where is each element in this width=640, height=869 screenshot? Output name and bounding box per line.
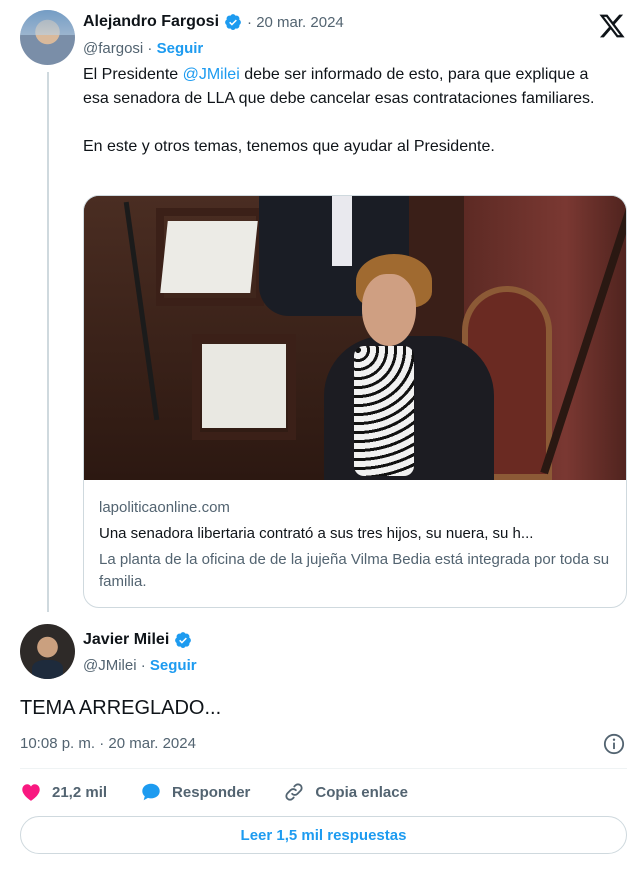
actions-divider [20, 768, 627, 769]
thread-connector-line [47, 72, 49, 612]
link-preview-card[interactable]: lapoliticaonline.com Una senadora libert… [83, 195, 627, 608]
x-logo-icon[interactable] [598, 12, 626, 40]
verified-badge-icon [225, 14, 241, 31]
link-preview-title: Una senadora libertaria contrató a sus t… [99, 525, 534, 542]
main-author-name[interactable]: Javier Milei [83, 631, 169, 649]
quoted-author-name[interactable]: Alejandro Fargosi [83, 13, 219, 31]
quoted-tweet-date[interactable]: · 20 mar. 2024 [247, 14, 344, 31]
quoted-tweet-paragraph-2: En este y otros temas, tenemos que ayuda… [83, 138, 495, 155]
avatar-alejandro-fargosi[interactable] [20, 10, 75, 65]
quoted-author-row: Alejandro Fargosi · 20 mar. 2024 [83, 13, 344, 31]
copy-link-label: Copia enlace [315, 783, 408, 801]
main-author-row: Javier Milei [83, 631, 192, 649]
quoted-tweet-paragraph-1: El Presidente @JMilei debe ser informado… [83, 66, 595, 107]
avatar-javier-milei[interactable] [20, 624, 75, 679]
separator-dot: · [143, 40, 157, 57]
separator-dot: · [136, 657, 150, 674]
mention-link[interactable]: @JMilei [183, 66, 240, 83]
follow-button-fargosi[interactable]: Seguir [157, 40, 204, 57]
tweet-actions-bar: 21,2 mil Responder Copia enlace [20, 781, 441, 803]
quoted-handle-row: @fargosi · Seguir [83, 40, 203, 57]
heart-icon [22, 784, 40, 801]
main-author-handle: @JMilei [83, 657, 137, 674]
main-handle-row: @JMilei · Seguir [83, 657, 197, 674]
like-button[interactable]: 21,2 mil [20, 781, 107, 803]
follow-button-jmilei[interactable]: Seguir [150, 657, 197, 674]
read-replies-button[interactable]: Leer 1,5 mil respuestas [20, 816, 627, 854]
verified-badge-icon [175, 632, 192, 649]
reply-bubble-icon [142, 783, 160, 801]
copy-link-button[interactable]: Copia enlace [283, 781, 408, 803]
info-icon[interactable] [603, 733, 625, 755]
like-count: 21,2 mil [52, 783, 108, 801]
link-icon [285, 783, 303, 801]
link-preview-description: La planta de la oficina de de la jujeña … [99, 551, 610, 590]
link-preview-domain: lapoliticaonline.com [99, 499, 230, 516]
reply-label: Responder [172, 783, 251, 801]
link-preview-image[interactable] [84, 196, 626, 480]
quoted-tweet-body: El Presidente @JMilei debe ser informado… [83, 63, 603, 183]
main-tweet-text: TEMA ARREGLADO... [20, 697, 222, 719]
main-tweet-timestamp[interactable]: 10:08 p. m. · 20 mar. 2024 [20, 735, 196, 752]
quoted-author-handle: @fargosi [83, 40, 144, 57]
reply-button[interactable]: Responder [140, 781, 250, 803]
